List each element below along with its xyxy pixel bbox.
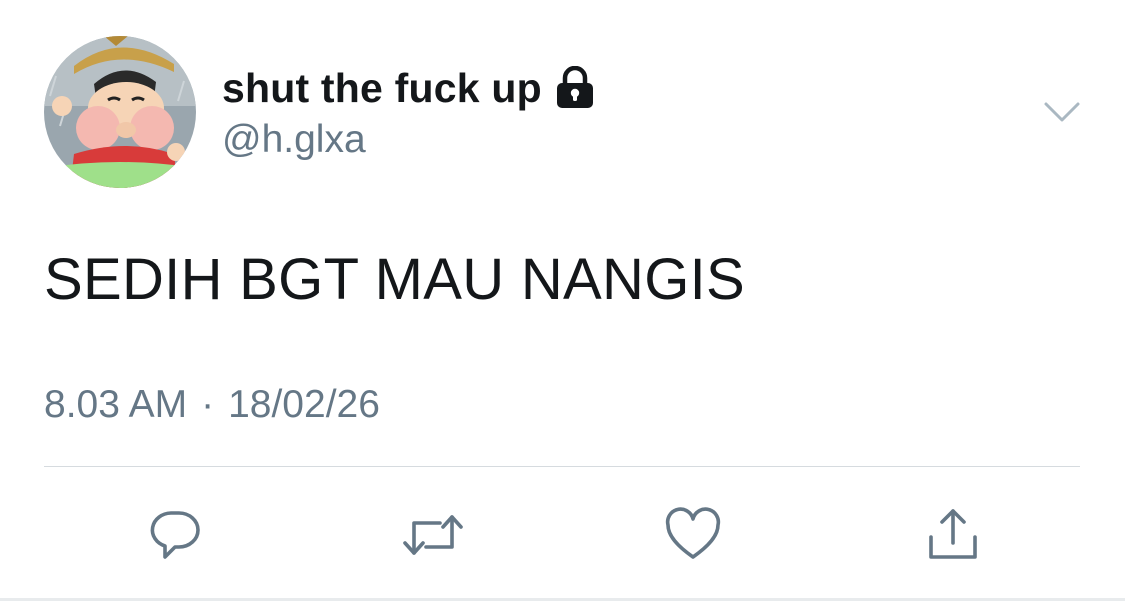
- tweet-card: shut the fuck up @h.glxa SEDIH BGT MAU N…: [0, 0, 1125, 601]
- retweet-button[interactable]: [398, 500, 468, 570]
- like-button[interactable]: [658, 500, 728, 570]
- timestamp-separator: ·: [201, 383, 215, 426]
- author-name-row[interactable]: shut the fuck up: [222, 62, 596, 114]
- tweet-date: 18/02/26: [228, 383, 380, 426]
- heart-icon: [665, 507, 721, 559]
- display-name[interactable]: shut the fuck up: [222, 65, 542, 112]
- author-handle[interactable]: @h.glxa: [222, 118, 366, 162]
- reply-button[interactable]: [140, 500, 210, 570]
- lock-icon: [554, 65, 596, 110]
- tweet-time: 8.03 AM: [44, 383, 188, 426]
- retweet-icon: [403, 515, 463, 555]
- share-button[interactable]: [918, 500, 988, 570]
- share-icon: [929, 509, 977, 559]
- cartoon-avatar-icon: [44, 36, 196, 188]
- divider: [44, 466, 1080, 467]
- reply-icon: [150, 511, 200, 559]
- action-bar: [0, 500, 1125, 570]
- tweet-text: SEDIH BGT MAU NANGIS: [44, 247, 746, 312]
- avatar[interactable]: [44, 36, 196, 188]
- tweet-timestamp[interactable]: 8.03 AM · 18/02/26: [44, 383, 380, 427]
- chevron-down-icon[interactable]: [1042, 96, 1082, 128]
